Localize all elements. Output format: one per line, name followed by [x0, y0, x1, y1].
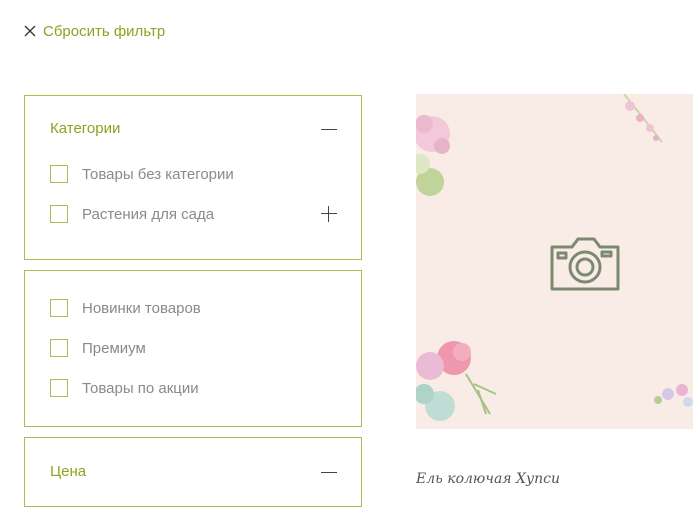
collapse-minus-icon[interactable]: [321, 129, 337, 130]
product-name[interactable]: Ель колючая Хупси: [416, 471, 560, 487]
tags-filter-panel: Новинки товаров Премиум Товары по акции: [24, 270, 362, 427]
price-filter-title[interactable]: Цена: [50, 463, 86, 480]
checkbox[interactable]: [50, 165, 68, 183]
filter-option-label: Растения для сада: [82, 205, 215, 223]
categories-filter-panel: Категории Товары без категории Растения …: [24, 95, 362, 260]
filter-option-new-products[interactable]: Новинки товаров: [50, 298, 201, 318]
filter-option-sale-products[interactable]: Товары по акции: [50, 378, 199, 398]
expand-plus-icon[interactable]: [321, 206, 337, 222]
close-icon: [24, 25, 36, 37]
price-filter-panel: Цена: [24, 437, 362, 507]
product-image-placeholder[interactable]: [416, 94, 693, 429]
reset-filter-label: Сбросить фильтр: [43, 22, 166, 40]
checkbox[interactable]: [50, 339, 68, 357]
filter-option-label: Товары по акции: [82, 379, 199, 397]
reset-filter-link[interactable]: Сбросить фильтр: [24, 20, 165, 42]
filter-option-label: Товары без категории: [82, 165, 234, 183]
checkbox[interactable]: [50, 205, 68, 223]
categories-filter-title[interactable]: Категории: [50, 120, 120, 137]
filter-option-garden-plants[interactable]: Растения для сада: [50, 204, 214, 224]
filter-option-no-category[interactable]: Товары без категории: [50, 164, 234, 184]
camera-icon: [550, 237, 620, 291]
filter-option-label: Новинки товаров: [82, 299, 201, 317]
checkbox[interactable]: [50, 299, 68, 317]
checkbox[interactable]: [50, 379, 68, 397]
filter-option-label: Премиум: [82, 339, 146, 357]
collapse-minus-icon[interactable]: [321, 472, 337, 473]
filter-option-premium[interactable]: Премиум: [50, 338, 146, 358]
